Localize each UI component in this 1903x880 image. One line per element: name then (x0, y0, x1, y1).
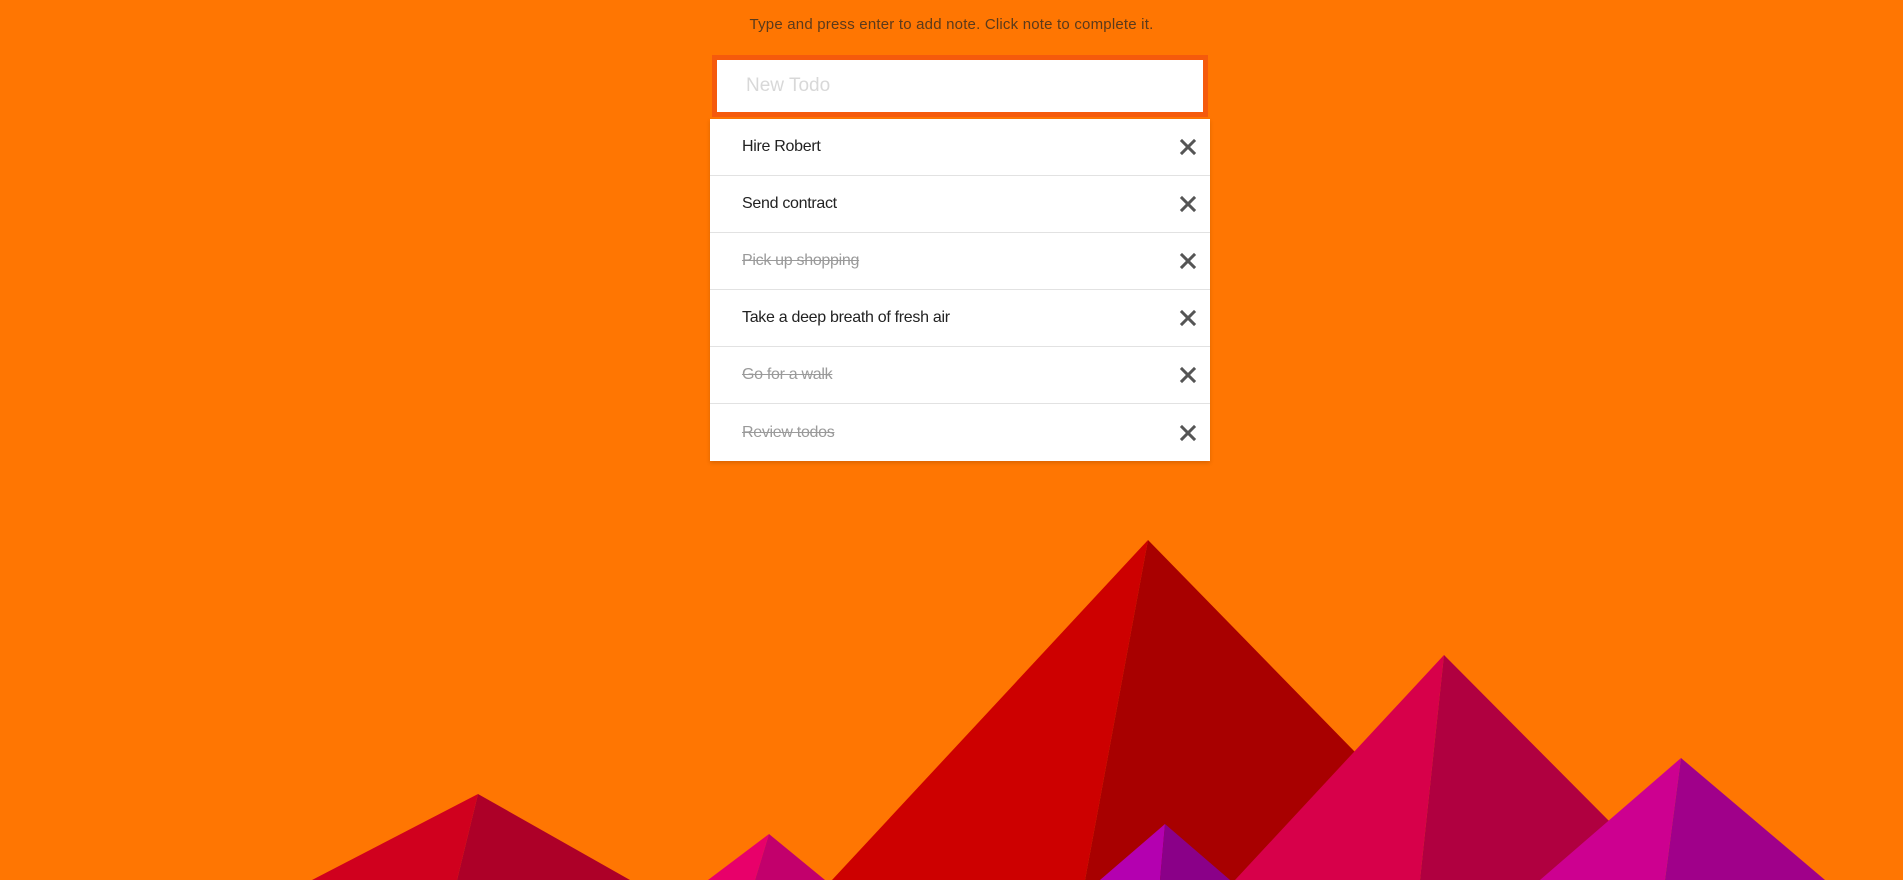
instructions-text: Type and press enter to add note. Click … (749, 16, 1154, 33)
todo-app: Hire Robert Send contract Pick up shopping… (710, 55, 1210, 461)
app-stage: Type and press enter to add note. Click … (0, 0, 1903, 880)
remove-todo-button[interactable] (1178, 365, 1198, 385)
todo-item[interactable]: Pick up shopping (710, 233, 1210, 290)
todo-item[interactable]: Go for a walk (710, 347, 1210, 404)
todo-text: Review todos (742, 423, 835, 441)
todo-item[interactable]: Take a deep breath of fresh air (710, 290, 1210, 347)
remove-todo-button[interactable] (1178, 137, 1198, 157)
todo-text: Hire Robert (742, 138, 821, 155)
close-icon (1179, 138, 1197, 156)
close-icon (1179, 309, 1197, 327)
remove-todo-button[interactable] (1178, 423, 1198, 443)
todo-text: Pick up shopping (742, 252, 860, 269)
close-icon (1179, 424, 1197, 441)
close-icon (1179, 366, 1197, 384)
todo-list: Hire Robert Send contract Pick up shopping… (710, 119, 1210, 461)
todo-text: Go for a walk (742, 366, 833, 383)
remove-todo-button[interactable] (1178, 308, 1198, 328)
todo-text: Take a deep breath of fresh air (742, 309, 950, 326)
new-todo-input[interactable] (717, 60, 1203, 112)
remove-todo-button[interactable] (1178, 194, 1198, 214)
close-icon (1179, 195, 1197, 213)
todo-item[interactable]: Review todos (710, 404, 1210, 461)
todo-item[interactable]: Hire Robert (710, 119, 1210, 176)
todo-item[interactable]: Send contract (710, 176, 1210, 233)
close-icon (1179, 252, 1197, 270)
todo-text: Send contract (742, 195, 837, 212)
remove-todo-button[interactable] (1178, 251, 1198, 271)
new-todo-input-wrapper (712, 55, 1208, 117)
